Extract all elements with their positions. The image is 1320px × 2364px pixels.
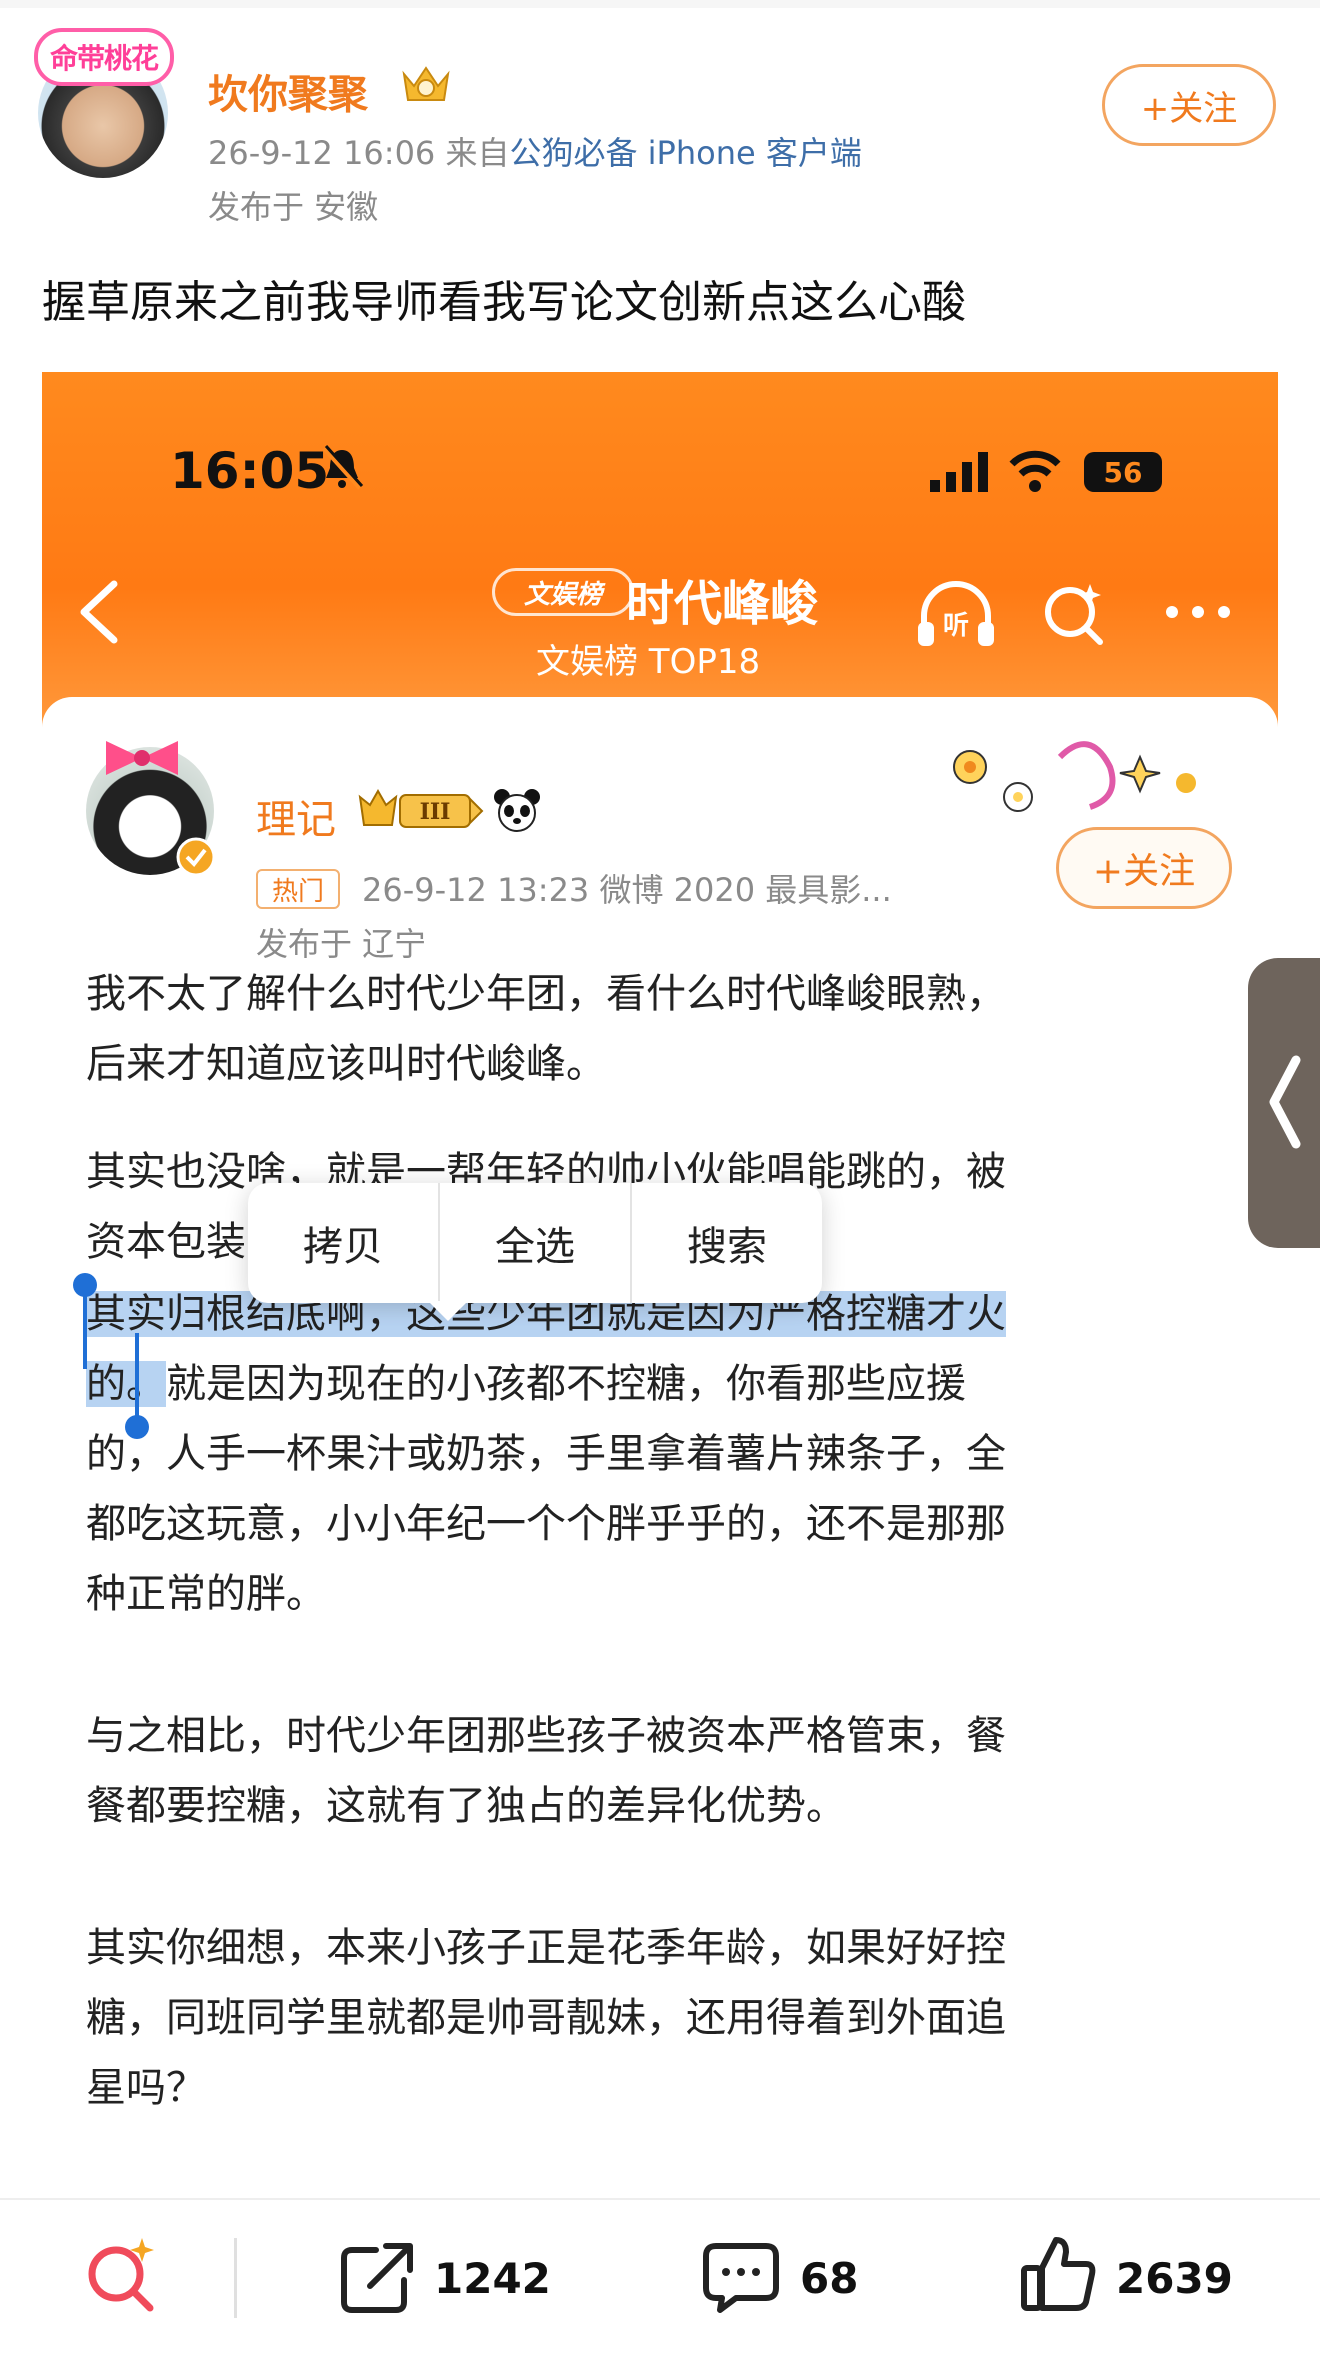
repost-count[interactable]: 1242 — [434, 2254, 551, 2303]
listen-icon[interactable]: 听 — [914, 578, 998, 650]
paragraph-line: 后来才知道应该叫时代峻峰。 — [86, 1041, 606, 1087]
paragraph-line: 都吃这玩意，小小年纪一个个胖乎乎的，还不是那那 — [86, 1501, 1006, 1547]
search-icon[interactable] — [82, 2236, 158, 2312]
follow-button[interactable]: +关注 — [1102, 64, 1276, 146]
avatar-badge: 命带桃花 — [34, 28, 174, 86]
top-strip — [0, 0, 1320, 8]
list-badge: 文娱榜 — [492, 568, 634, 616]
like-icon[interactable] — [1020, 2234, 1096, 2312]
selection-end-handle[interactable] — [122, 1333, 152, 1443]
post-text: 握草原来之前我导师看我写论文创新点这么心酸 — [42, 277, 966, 328]
topic-rank[interactable]: 文娱榜 TOP18 — [536, 634, 760, 683]
level-badge-icon: III — [358, 788, 484, 828]
inner-author-name[interactable]: 理记 — [256, 787, 336, 845]
hot-tag: 热门 — [256, 869, 340, 909]
paragraph-line: 就是因为现在的小孩都不控糖，你看那些应援 — [166, 1361, 966, 1407]
selection-start-handle[interactable] — [70, 1271, 100, 1371]
signal-icon — [930, 452, 988, 492]
status-time: 16:05 — [170, 442, 330, 500]
back-icon[interactable] — [72, 578, 126, 646]
comment-count[interactable]: 68 — [800, 2254, 858, 2303]
verified-icon — [176, 837, 216, 877]
paragraph-3[interactable]: 其实归根结底啊，这些少年团就是因为严格控糖才火 的。就是因为现在的小孩都不控糖，… — [86, 1279, 1226, 1629]
like-count[interactable]: 2639 — [1116, 2254, 1233, 2303]
inner-post-card: 理记 III 热门 26-9-12 13:23 微博 2020 最具影... 发… — [42, 697, 1278, 2208]
sparkle-search-icon[interactable] — [1040, 580, 1106, 646]
repost-icon[interactable] — [340, 2240, 416, 2314]
paragraph-line: 其实你细想，本来小孩子正是花季年龄，如果好好控 — [86, 1925, 1006, 1971]
post-ip-location: 发布于 安徽 — [208, 188, 379, 226]
level-text: III — [420, 799, 451, 825]
author-name[interactable]: 坎你聚聚 — [208, 62, 368, 120]
embedded-screenshot[interactable]: 16:05 56 文娱榜 时代峰峻 文娱榜 TOP18 听 理记 III 热门 … — [42, 372, 1278, 2208]
paragraph-line: 我不太了解什么时代少年团，看什么时代峰峻眼熟， — [86, 971, 1006, 1017]
paragraph-line: 餐都要控糖，这就有了独占的差异化优势。 — [86, 1783, 846, 1829]
select-all-menu-item[interactable]: 全选 — [440, 1183, 632, 1303]
paragraph-4: 与之相比，时代少年团那些孩子被资本严格管束，餐 餐都要控糖，这就有了独占的差异化… — [86, 1701, 1226, 1841]
wifi-icon — [1009, 450, 1061, 492]
context-menu-arrow — [428, 1301, 468, 1321]
bow-icon — [106, 741, 178, 775]
paragraph-line: 种正常的胖。 — [86, 1571, 326, 1617]
crown-icon — [402, 66, 450, 101]
paragraph-line: 糖，同班同学里就都是帅哥靓妹，还用得着到外面追 — [86, 1995, 1006, 2041]
post-source[interactable]: 公狗必备 iPhone 客户端 — [509, 134, 861, 172]
svg-text:听: 听 — [943, 611, 969, 641]
more-icon[interactable] — [1162, 600, 1234, 624]
panda-icon — [494, 789, 540, 832]
source-prefix: 来自 — [445, 134, 510, 172]
inner-post-meta: 26-9-12 13:23 微博 2020 最具影... — [362, 871, 892, 909]
comment-icon[interactable] — [702, 2240, 780, 2314]
text-context-menu: 拷贝 全选 搜索 — [248, 1183, 822, 1303]
divider — [234, 2238, 237, 2318]
topic-title: 时代峰峻 — [626, 576, 819, 632]
search-menu-item[interactable]: 搜索 — [632, 1183, 822, 1303]
inner-follow-button[interactable]: +关注 — [1056, 827, 1232, 909]
paragraph-line: 星吗？ — [86, 2065, 206, 2111]
chevron-left-icon[interactable] — [1266, 1054, 1302, 1150]
paragraph-1: 我不太了解什么时代少年团，看什么时代峰峻眼熟， 后来才知道应该叫时代峻峰。 — [86, 959, 1226, 1099]
post-meta: 26-9-12 16:06 来自公狗必备 iPhone 客户端 — [208, 128, 862, 174]
paragraph-line: 与之相比，时代少年团那些孩子被资本严格管束，餐 — [86, 1713, 1006, 1759]
battery-indicator: 56 — [1084, 452, 1162, 492]
flower-sticker-icon — [953, 741, 1196, 812]
mute-bell-icon — [322, 444, 364, 490]
paragraph-line: 的，人手一杯果汁或奶茶，手里拿着薯片辣条子，全 — [86, 1431, 1006, 1477]
post-time: 26-9-12 16:06 — [208, 134, 436, 172]
paragraph-5: 其实你细想，本来小孩子正是花季年龄，如果好好控 糖，同班同学里就都是帅哥靓妹，还… — [86, 1913, 1226, 2123]
copy-menu-item[interactable]: 拷贝 — [248, 1183, 440, 1303]
